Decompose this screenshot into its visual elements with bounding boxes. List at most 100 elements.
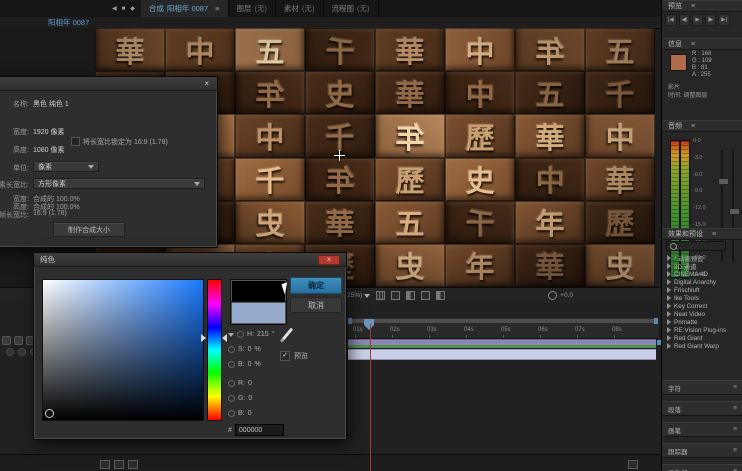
effects-search-input[interactable] bbox=[666, 241, 726, 251]
layer-bar-3[interactable] bbox=[348, 349, 656, 360]
name-value[interactable]: 黑色 纯色 1 bbox=[33, 99, 69, 109]
tab-footage[interactable]: 素材(无) bbox=[276, 0, 324, 17]
red-field[interactable]: R:0 bbox=[228, 376, 298, 391]
timeline-bottom-bar bbox=[0, 454, 661, 471]
expand-layer-switches-icon[interactable] bbox=[100, 460, 110, 469]
zoom-label: (25%) bbox=[345, 292, 362, 299]
radio-icon[interactable] bbox=[237, 331, 244, 338]
effects-category[interactable]: CINEMA 4D bbox=[662, 270, 742, 278]
hue-slider-left-arrow-icon[interactable] bbox=[201, 334, 206, 342]
collapsed-panel-header-4[interactable]: 跟踪器≡ bbox=[662, 443, 742, 458]
collapsed-panel-header-2[interactable]: 段落≡ bbox=[662, 401, 742, 416]
collapsed-panel-header-3[interactable]: 画笔≡ bbox=[662, 422, 742, 437]
solid-settings-titlebar[interactable]: × bbox=[0, 77, 217, 91]
width-value[interactable]: 1920 像素 bbox=[33, 127, 65, 137]
panel-menu-icon[interactable]: ≡ bbox=[712, 231, 716, 238]
exposure-control[interactable]: +0.0 bbox=[548, 291, 573, 300]
channel-icon[interactable] bbox=[406, 291, 415, 300]
expand-transfer-controls-icon[interactable] bbox=[114, 460, 124, 469]
panel-menu-icon[interactable]: ≡ bbox=[733, 426, 737, 433]
wood-block: 年 bbox=[515, 28, 585, 71]
cancel-button[interactable]: 取消 bbox=[290, 297, 342, 313]
wood-block: 歷 bbox=[375, 158, 445, 201]
hue-slider-right-arrow-icon[interactable] bbox=[222, 334, 227, 342]
make-comp-size-button[interactable]: 制作合成大小 bbox=[53, 222, 125, 237]
panel-menu-icon[interactable]: ≡ bbox=[691, 41, 695, 48]
panel-menu-icon[interactable]: ≡ bbox=[691, 3, 695, 10]
comp-mini-flowchart-icon[interactable] bbox=[628, 460, 638, 469]
safe-areas-icon[interactable] bbox=[376, 291, 385, 300]
hex-field[interactable]: # 000000 bbox=[228, 423, 298, 437]
effects-category[interactable]: Ike Tools bbox=[662, 294, 742, 302]
effects-category[interactable]: Frischluft bbox=[662, 286, 742, 294]
magnification-dropdown[interactable]: (25%) bbox=[345, 292, 370, 299]
last-frame-button[interactable]: ▶| bbox=[718, 14, 730, 26]
radio-icon[interactable] bbox=[228, 361, 235, 368]
first-frame-button[interactable]: |◀ bbox=[665, 14, 677, 26]
mask-toggle-icon[interactable] bbox=[391, 291, 400, 300]
close-icon[interactable]: × bbox=[318, 255, 340, 265]
panel-menu-icon[interactable]: ≡ bbox=[691, 123, 695, 130]
lock-aspect-checkbox[interactable] bbox=[71, 137, 80, 146]
comp-tab[interactable]: 阳相年 0087 bbox=[48, 17, 89, 28]
blue-field[interactable]: B:0 bbox=[228, 406, 298, 421]
next-frame-button[interactable]: |▶ bbox=[705, 14, 717, 26]
tab-composition[interactable]: 合成阳相年 0087≡ bbox=[141, 0, 229, 17]
hex-input[interactable]: 000000 bbox=[235, 424, 284, 436]
hue-strip[interactable] bbox=[207, 279, 222, 421]
saturation-brightness-field[interactable] bbox=[42, 279, 204, 421]
close-icon[interactable]: × bbox=[202, 80, 211, 88]
effects-category[interactable]: Digital Anarchy bbox=[662, 278, 742, 286]
brightness-field[interactable]: B:0% bbox=[228, 357, 298, 372]
effects-category[interactable]: Red Giant Warp bbox=[662, 342, 742, 350]
transparency-grid-icon[interactable] bbox=[436, 291, 445, 300]
tab-flowchart[interactable]: 流程图(无) bbox=[324, 0, 379, 17]
play-button[interactable]: ▶ bbox=[692, 14, 702, 26]
back-arrow-icon[interactable]: ◀ bbox=[112, 5, 117, 12]
radio-icon[interactable] bbox=[228, 380, 235, 387]
effects-category[interactable]: Red Giant bbox=[662, 334, 742, 342]
radio-icon[interactable] bbox=[228, 395, 235, 402]
effects-category[interactable]: RE:Vision Plug-ins bbox=[662, 326, 742, 334]
effects-category[interactable]: Key Correct bbox=[662, 302, 742, 310]
tab-layer[interactable]: 图层(无) bbox=[229, 0, 277, 17]
time-ruler[interactable]: 01s02s03s04s05s06s07s08s bbox=[348, 324, 658, 339]
region-of-interest-icon[interactable] bbox=[421, 291, 430, 300]
units-dropdown[interactable]: 像素 bbox=[33, 161, 99, 172]
layer-bar-2[interactable] bbox=[348, 345, 656, 348]
height-value[interactable]: 1080 像素 bbox=[33, 145, 65, 155]
preview-panel-header[interactable]: 预览 ≡ bbox=[662, 0, 742, 12]
effects-panel-header[interactable]: 效果和预设 ≡ bbox=[662, 228, 742, 240]
audio-slider-handle-left[interactable] bbox=[718, 178, 729, 185]
prev-frame-button[interactable]: ◀| bbox=[679, 14, 691, 26]
color-picker-ring[interactable] bbox=[45, 409, 54, 418]
motion-blur-switch-icon[interactable] bbox=[18, 348, 26, 356]
video-switch-icon[interactable] bbox=[2, 336, 11, 345]
effects-category[interactable]: Neat Video bbox=[662, 310, 742, 318]
diamond-icon[interactable]: ◆ bbox=[130, 5, 135, 12]
effects-category[interactable]: 3D 通道 bbox=[662, 262, 742, 270]
info-panel-header[interactable]: 信息 ≡ bbox=[662, 38, 742, 50]
color-dialog-titlebar[interactable]: 纯色 × bbox=[34, 253, 346, 267]
saturation-field[interactable]: S:0% bbox=[228, 342, 298, 357]
collapsed-panel-header-1[interactable]: 字符≡ bbox=[662, 380, 742, 395]
audio-slider-handle-right[interactable] bbox=[729, 208, 740, 215]
square-icon[interactable]: ■ bbox=[122, 6, 126, 12]
hue-field[interactable]: H:215° bbox=[228, 327, 298, 342]
panel-menu-icon[interactable]: ≡ bbox=[733, 447, 737, 454]
radio-icon[interactable] bbox=[228, 346, 235, 353]
radio-icon[interactable] bbox=[228, 410, 235, 417]
panel-menu-icon[interactable]: ≡ bbox=[215, 4, 219, 13]
shy-switch-icon[interactable] bbox=[6, 348, 14, 356]
panel-menu-icon[interactable]: ≡ bbox=[733, 405, 737, 412]
green-field[interactable]: G:0 bbox=[228, 391, 298, 406]
collapsed-panel-header-5[interactable]: 元数据≡ bbox=[662, 464, 742, 471]
effects-category[interactable]: Primatte bbox=[662, 318, 742, 326]
panel-menu-icon[interactable]: ≡ bbox=[733, 384, 737, 391]
pixel-aspect-dropdown[interactable]: 方形像素 bbox=[33, 178, 205, 189]
audio-panel-header[interactable]: 音频 ≡ bbox=[662, 120, 742, 132]
ok-button[interactable]: 确定 bbox=[290, 277, 342, 294]
expand-in-out-icon[interactable] bbox=[128, 460, 138, 469]
audio-switch-icon[interactable] bbox=[14, 336, 23, 345]
audio-slider-track-right[interactable] bbox=[732, 150, 734, 262]
